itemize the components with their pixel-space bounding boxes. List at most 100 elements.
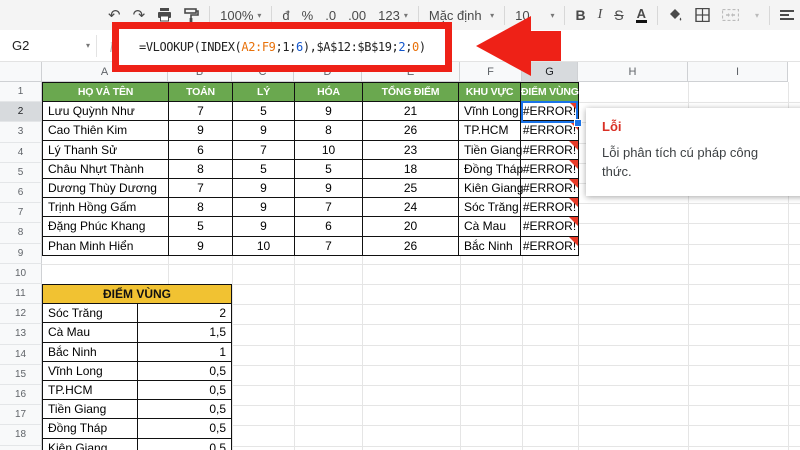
borders-icon[interactable]: [689, 3, 716, 27]
error-cell[interactable]: #ERROR!: [520, 235, 579, 256]
data-cell[interactable]: 26: [362, 120, 459, 141]
table-header-cell[interactable]: TỔNG ĐIỂM: [362, 81, 459, 103]
data-cell[interactable]: 9: [232, 216, 295, 237]
row-header-9[interactable]: 9: [0, 243, 42, 264]
data-cell[interactable]: 5: [232, 101, 295, 122]
data-cell[interactable]: Tiền Giang: [458, 139, 522, 160]
merge-cells-icon[interactable]: [716, 3, 745, 27]
row-header-17[interactable]: 17: [0, 405, 42, 426]
data-cell[interactable]: Sóc Trăng: [458, 197, 521, 218]
table-header-cell[interactable]: HÓA: [294, 81, 363, 103]
row-header-13[interactable]: 13: [0, 324, 42, 345]
lookup-value-cell[interactable]: 2: [136, 303, 232, 324]
data-cell[interactable]: Đặng Phúc Khang: [42, 216, 169, 237]
selected-cell-border[interactable]: [521, 101, 578, 123]
lookup-region-cell[interactable]: TP.HCM: [42, 379, 138, 401]
table-header-cell[interactable]: KHU VỰC: [458, 81, 521, 103]
table-header-cell[interactable]: LÝ: [232, 81, 295, 103]
data-cell[interactable]: Châu Nhựt Thành: [42, 158, 169, 179]
data-cell[interactable]: 9: [232, 120, 295, 141]
lookup-region-cell[interactable]: Tiền Giang: [42, 399, 138, 420]
row-header-2[interactable]: 2: [0, 102, 42, 123]
fill-color-icon[interactable]: [662, 3, 689, 27]
row-header-8[interactable]: 8: [0, 223, 42, 244]
row-header-11[interactable]: 11: [0, 284, 42, 305]
data-cell[interactable]: 20: [362, 216, 459, 237]
lookup-region-cell[interactable]: Đồng Tháp: [42, 418, 138, 439]
row-header-15[interactable]: 15: [0, 364, 42, 385]
lookup-region-cell[interactable]: Sóc Trăng: [42, 303, 138, 324]
row-header-6[interactable]: 6: [0, 183, 42, 204]
error-cell[interactable]: #ERROR!: [520, 177, 579, 199]
row-header-1[interactable]: 1: [0, 82, 42, 103]
data-cell[interactable]: Kiên Giang: [458, 177, 523, 199]
bold-button[interactable]: B: [569, 3, 591, 27]
formula-input[interactable]: =VLOOKUP(INDEX(A2:F9;1;6),$A$12:$B$19;2;…: [139, 40, 426, 54]
data-cell[interactable]: 9: [168, 120, 233, 141]
data-cell[interactable]: 26: [362, 235, 459, 256]
lookup-region-cell[interactable]: Kiên Giang: [42, 437, 138, 450]
data-cell[interactable]: 5: [168, 216, 233, 237]
error-cell[interactable]: #ERROR!: [520, 120, 579, 141]
corner-box[interactable]: [0, 62, 42, 82]
row-header-10[interactable]: 10: [0, 263, 42, 284]
lookup-region-cell[interactable]: Vĩnh Long: [42, 360, 138, 381]
data-cell[interactable]: Lý Thanh Sử: [42, 139, 169, 160]
data-cell[interactable]: 8: [168, 197, 233, 218]
text-color-button[interactable]: A: [630, 3, 653, 27]
data-cell[interactable]: Dương Thùy Dương: [42, 177, 169, 199]
row-header-4[interactable]: 4: [0, 142, 42, 163]
row-header-7[interactable]: 7: [0, 203, 42, 224]
data-cell[interactable]: Phan Minh Hiển: [42, 235, 169, 256]
data-cell[interactable]: 8: [168, 158, 233, 179]
error-cell[interactable]: #ERROR!: [520, 197, 579, 218]
lookup-title-cell[interactable]: ĐIỂM VÙNG: [42, 283, 232, 305]
error-cell[interactable]: #ERROR!: [520, 158, 579, 179]
lookup-value-cell[interactable]: 0,5: [136, 399, 232, 420]
name-box[interactable]: G2 ▾: [0, 38, 96, 53]
lookup-value-cell[interactable]: 1,5: [136, 322, 232, 343]
error-cell[interactable]: #ERROR!: [520, 139, 579, 160]
data-cell[interactable]: 9: [232, 177, 295, 199]
lookup-region-cell[interactable]: Cà Mau: [42, 322, 138, 343]
data-cell[interactable]: 24: [362, 197, 459, 218]
data-cell[interactable]: Cao Thiên Kim: [42, 120, 169, 141]
data-cell[interactable]: 5: [294, 158, 363, 179]
data-cell[interactable]: 5: [232, 158, 295, 179]
data-cell[interactable]: 7: [294, 197, 363, 218]
data-cell[interactable]: 9: [168, 235, 233, 256]
table-header-cell[interactable]: TOÁN: [168, 81, 233, 103]
data-cell[interactable]: Cà Mau: [458, 216, 521, 237]
data-cell[interactable]: Bắc Ninh: [458, 235, 521, 256]
data-cell[interactable]: 9: [294, 101, 363, 122]
data-cell[interactable]: Đồng Tháp: [458, 158, 523, 179]
data-cell[interactable]: 9: [232, 197, 295, 218]
error-cell[interactable]: #ERROR!: [520, 216, 579, 237]
merge-options-caret[interactable]: ▾: [745, 3, 765, 27]
data-cell[interactable]: 18: [362, 158, 459, 179]
data-cell[interactable]: 7: [294, 235, 363, 256]
lookup-value-cell[interactable]: 0,5: [136, 437, 232, 450]
data-cell[interactable]: Vĩnh Long: [458, 101, 521, 122]
lookup-value-cell[interactable]: 0,5: [136, 379, 232, 401]
data-cell[interactable]: 6: [168, 139, 233, 160]
horizontal-align-icon[interactable]: [774, 3, 800, 27]
data-cell[interactable]: 7: [168, 177, 233, 199]
row-header-18[interactable]: 18: [0, 425, 42, 446]
data-cell[interactable]: 6: [294, 216, 363, 237]
data-cell[interactable]: TP.HCM: [458, 120, 521, 141]
row-header-12[interactable]: 12: [0, 304, 42, 325]
data-cell[interactable]: 10: [232, 235, 295, 256]
data-cell[interactable]: 8: [294, 120, 363, 141]
data-cell[interactable]: 23: [362, 139, 459, 160]
lookup-region-cell[interactable]: Bắc Ninh: [42, 341, 138, 362]
row-header-5[interactable]: 5: [0, 162, 42, 183]
row-header-3[interactable]: 3: [0, 122, 42, 143]
data-cell[interactable]: 10: [294, 139, 363, 160]
row-header-16[interactable]: 16: [0, 385, 42, 406]
data-cell[interactable]: 7: [168, 101, 233, 122]
data-cell[interactable]: 7: [232, 139, 295, 160]
row-header-19[interactable]: 19: [0, 445, 42, 450]
column-header-I[interactable]: I: [688, 62, 788, 82]
fill-handle[interactable]: [574, 119, 582, 127]
